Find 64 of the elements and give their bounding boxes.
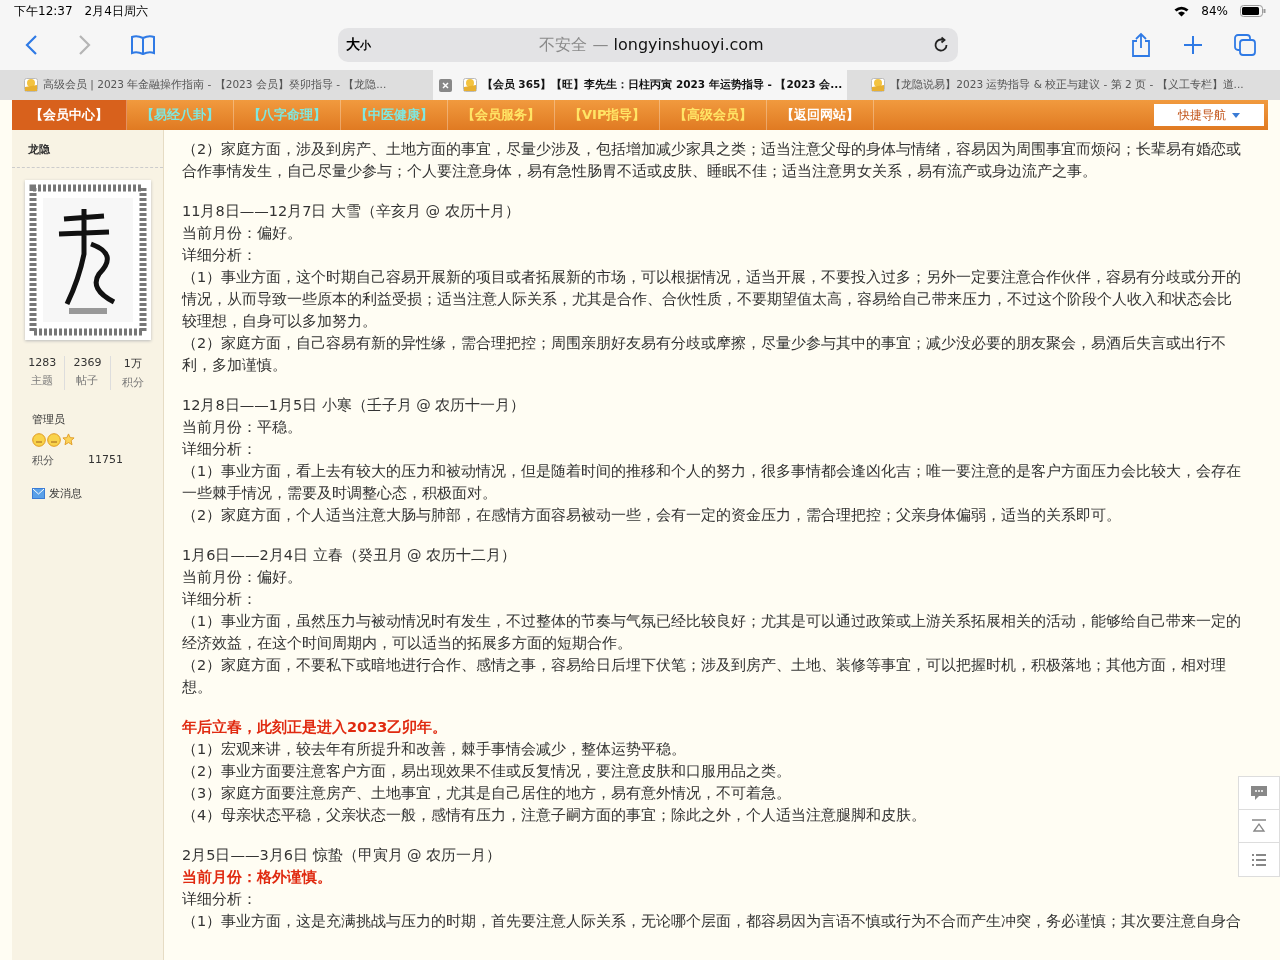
post-text: 当前月份：偏好。 xyxy=(182,224,303,243)
stat-label: 帖子 xyxy=(75,373,100,388)
post-text: 当前月份：偏好。 xyxy=(182,568,303,587)
stat-label: 主题 xyxy=(30,373,55,388)
post-text: 2月5日——3月6日 惊蛰（甲寅月 @ 农历一月） xyxy=(182,846,503,865)
user-group: 管理员 xyxy=(32,412,163,427)
send-message-link[interactable]: 发消息 xyxy=(32,486,82,501)
favicon-icon xyxy=(871,78,886,92)
post-text: （1）事业方面，这个时期自己容易开展新的项目或者拓展新的市场，可以根据情况，适当开展，不要投入过多；另外一定要注意合作伙伴，容易有分歧或分开的情况，从而导致一些原本的利益受损；适当注意人际关系，尤其是合作、合伙性质，不要期望值太高，容易给自己带来压力，不过这个阶段个人收入和状态会比较理想，自身可以多加努力。 xyxy=(182,268,1243,331)
status-time: 下午12:37 xyxy=(14,2,73,20)
battery-percent: 84% xyxy=(1201,4,1228,18)
browser-tab[interactable]: 【会员 365】【旺】李先生：日柱丙寅 2023 年运势指导 - 【2023 会... xyxy=(432,70,848,100)
back-icon xyxy=(24,34,38,56)
post-text: 11月8日——12月7日 大雪（辛亥月 @ 农历十月） xyxy=(182,202,521,221)
address-bar[interactable]: 大小 不安全 — longyinshuoyi.com xyxy=(338,28,958,62)
post-text: （3）家庭方面要注意房产、土地事宜，尤其是自己居住的地方，易有意外情况，不可着急。 xyxy=(182,784,793,803)
post-text: （2）家庭方面，涉及到房产、土地方面的事宜，尽量少涉及，包括增加减少家具之类；适当注意父母的身体与情绪，容易因为周围事宜而烦闷；长辈易有婚恋或合作事情发生，自己尽量少参与；个人要注意身体，易有急性肠胃不适或皮肤、睡眠不佳；适当注意男女关系，易有流产或身边流产之事。 xyxy=(182,140,1243,181)
post-text: （2）事业方面要注意客户方面，易出现效果不佳或反复情况，要注意皮肤和口服用品之类。 xyxy=(182,762,793,781)
post-text: 12月8日——1月5日 小寒（壬子月 @ 农历十一月） xyxy=(182,396,527,415)
url-text: 不安全 — longyinshuoyi.com xyxy=(538,34,765,56)
user-name[interactable]: 龙隐 xyxy=(12,142,163,168)
comment-icon xyxy=(1250,785,1268,801)
plus-icon xyxy=(1182,34,1204,56)
post-text: （1）事业方面，虽然压力与被动情况时有发生，不过整体的节奏与气氛已经比较良好；尤其是可以通过政策或上游关系拓展相关的活动，能够给自己带来一定的经济效益，在这个时间周期内，可以适当的拓展多方面的短期合作。 xyxy=(182,612,1243,653)
post-text: 1月6日——2月4日 立春（癸丑月 @ 农历十二月） xyxy=(182,546,518,565)
stat-value: 2369 xyxy=(72,356,103,369)
favicon-icon xyxy=(462,78,477,92)
post-text: 详细分析： xyxy=(182,590,258,609)
stat-value: 1283 xyxy=(27,356,58,369)
post-text: 详细分析： xyxy=(182,246,258,265)
points-label: 积分 xyxy=(32,453,54,468)
face-medal-icon xyxy=(47,433,61,447)
post-text: （4）母亲状态平稳，父亲状态一般，感情有压力，注意子嗣方面的事宜；除此之外，个人适当注意腿脚和皮肤。 xyxy=(182,806,928,825)
post-text: （1）宏观来讲，较去年有所提升和改善，棘手事情会减少，整体运势平稳。 xyxy=(182,740,688,759)
caret-icon xyxy=(1232,112,1240,118)
text-size-button[interactable]: 大小 xyxy=(346,36,371,54)
post-text: （1）事业方面，看上去有较大的压力和被动情况，但是随着时间的推移和个人的努力，很多事情都会逢凶化吉；唯一要注意的是客户方面压力会比较大，会存在一些棘手情况，需要及时调整心态，积极面对。 xyxy=(182,462,1243,503)
wifi-icon xyxy=(1174,5,1190,17)
status-date: 2月4日周六 xyxy=(84,2,148,20)
post-text: 当前月份：平稳。 xyxy=(182,418,303,437)
list-icon xyxy=(1251,852,1267,867)
quick-nav-button[interactable]: 快捷导航 xyxy=(1154,104,1264,126)
post-text: 详细分析： xyxy=(182,890,258,909)
nav-link[interactable]: 【会员中心】 xyxy=(12,100,127,130)
forward-icon xyxy=(78,34,92,56)
favicon-icon xyxy=(24,78,38,92)
highlight-text: 年后立春，此刻正是进入2023乙卯年。 xyxy=(182,718,449,737)
post-text: （2）家庭方面，不要私下或暗地进行合作、感情之事，容易给日后埋下伏笔；涉及到房产、土地、装修等事宜，可以把握时机，积极落地；其他方面，相对理想。 xyxy=(182,656,1228,697)
nav-link[interactable]: 【返回网站】 xyxy=(767,100,875,130)
reload-icon[interactable] xyxy=(932,36,950,54)
highlight-text: 当前月份：格外谨慎。 xyxy=(182,868,333,887)
envelope-icon xyxy=(32,488,45,499)
post-text: （2）家庭方面，自己容易有新的异性缘，需合理把控；周围亲朋好友易有分歧或摩擦，尽量少参与其中的事宜；减少没必要的朋友聚会，易酒后失言或出行不利，多加谨慎。 xyxy=(182,334,1228,375)
star-icon xyxy=(62,433,75,446)
stat-label: 积分 xyxy=(120,375,145,390)
top-icon xyxy=(1251,819,1267,833)
battery-icon xyxy=(1240,5,1266,17)
post-text: （2）家庭方面，个人适当注意大肠与肺部，在感情方面容易被动一些，会有一定的资金压力，需合理把控；父亲身体偏弱，适当的关系即可。 xyxy=(182,506,1123,525)
stat-value: 1万 xyxy=(122,356,143,371)
post-text: （1）事业方面，这是充满挑战与压力的时期，首先要注意人际关系，无论哪个层面，都容易因为言语不慎或行为不合而产生冲突，务必谨慎；其次要注意自身合 xyxy=(182,912,1243,931)
face-medal-icon xyxy=(32,433,46,447)
post-text: 详细分析： xyxy=(182,440,258,459)
close-icon[interactable] xyxy=(438,78,452,92)
points-value: 11751 xyxy=(88,453,123,468)
